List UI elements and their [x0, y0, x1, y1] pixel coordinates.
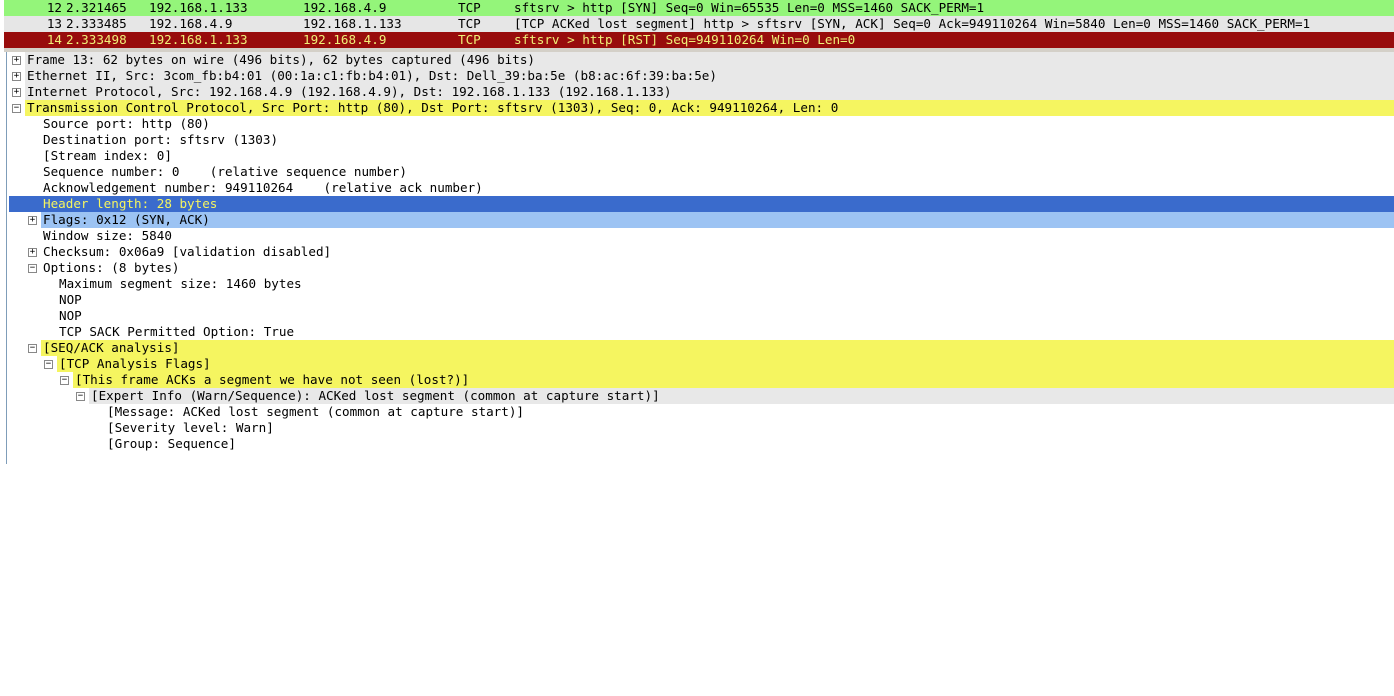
- tree-node-acks-unseen[interactable]: − [This frame ACKs a segment we have not…: [7, 372, 1394, 388]
- packet-row[interactable]: 12 2.321465 192.168.1.133 192.168.4.9 TC…: [4, 0, 1394, 16]
- field-header-length-selected[interactable]: Header length: 28 bytes: [7, 196, 1394, 212]
- minus-box-icon[interactable]: −: [60, 376, 69, 385]
- packet-destination: 192.168.1.133: [303, 16, 402, 31]
- plus-box-icon[interactable]: +: [28, 216, 37, 225]
- field-destination-port[interactable]: Destination port: sftsrv (1303): [7, 132, 1394, 148]
- packet-number: 12: [46, 0, 62, 15]
- packet-protocol: TCP: [458, 32, 481, 47]
- packet-time: 2.333485: [66, 16, 127, 31]
- field-label: [Message: ACKed lost segment (common at …: [107, 404, 525, 419]
- field-sequence-number[interactable]: Sequence number: 0 (relative sequence nu…: [7, 164, 1394, 180]
- field-ack-number[interactable]: Acknowledgement number: 949110264 (relat…: [7, 180, 1394, 196]
- field-window-size[interactable]: Window size: 5840: [7, 228, 1394, 244]
- field-sack-permitted[interactable]: TCP SACK Permitted Option: True: [7, 324, 1394, 340]
- packet-destination: 192.168.4.9: [303, 32, 387, 47]
- packet-source: 192.168.1.133: [149, 32, 248, 47]
- packet-time: 2.321465: [66, 0, 127, 15]
- plus-box-icon[interactable]: +: [12, 88, 21, 97]
- tree-label: [SEQ/ACK analysis]: [43, 340, 180, 355]
- plus-box-icon[interactable]: +: [12, 72, 21, 81]
- tree-node-seq-ack-analysis[interactable]: − [SEQ/ACK analysis]: [7, 340, 1394, 356]
- field-label: Destination port: sftsrv (1303): [43, 132, 279, 147]
- minus-box-icon[interactable]: −: [76, 392, 85, 401]
- field-label: [Group: Sequence]: [107, 436, 236, 451]
- field-expert-message[interactable]: [Message: ACKed lost segment (common at …: [7, 404, 1394, 420]
- field-label: Sequence number: 0 (relative sequence nu…: [43, 164, 407, 179]
- tree-label: Flags: 0x12 (SYN, ACK): [43, 212, 210, 227]
- tree-label: Checksum: 0x06a9 [validation disabled]: [43, 244, 332, 259]
- packet-protocol: TCP: [458, 16, 481, 31]
- field-label: Window size: 5840: [43, 228, 172, 243]
- packet-time: 2.333498: [66, 32, 127, 47]
- plus-box-icon[interactable]: +: [28, 248, 37, 257]
- tree-node-analysis-flags[interactable]: − [TCP Analysis Flags]: [7, 356, 1394, 372]
- tree-node-options[interactable]: − Options: (8 bytes): [7, 260, 1394, 276]
- wireshark-window: 12 2.321465 192.168.1.133 192.168.4.9 TC…: [0, 0, 1394, 696]
- minus-box-icon[interactable]: −: [44, 360, 53, 369]
- field-stream-index[interactable]: [Stream index: 0]: [7, 148, 1394, 164]
- field-label: NOP: [59, 308, 82, 323]
- minus-box-icon[interactable]: −: [28, 344, 37, 353]
- tree-label: Frame 13: 62 bytes on wire (496 bits), 6…: [27, 52, 535, 67]
- field-group[interactable]: [Group: Sequence]: [7, 436, 1394, 452]
- packet-protocol: TCP: [458, 0, 481, 15]
- field-label: NOP: [59, 292, 82, 307]
- tree-label: Internet Protocol, Src: 192.168.4.9 (192…: [27, 84, 672, 99]
- field-label: [Severity level: Warn]: [107, 420, 274, 435]
- field-source-port[interactable]: Source port: http (80): [7, 116, 1394, 132]
- tree-node-ip[interactable]: + Internet Protocol, Src: 192.168.4.9 (1…: [7, 84, 1394, 100]
- field-nop[interactable]: NOP: [7, 308, 1394, 324]
- field-severity-level[interactable]: [Severity level: Warn]: [7, 420, 1394, 436]
- tree-label: Transmission Control Protocol, Src Port:…: [27, 100, 839, 115]
- field-label: Maximum segment size: 1460 bytes: [59, 276, 302, 291]
- packet-list: 12 2.321465 192.168.1.133 192.168.4.9 TC…: [4, 0, 1394, 48]
- field-label: Header length: 28 bytes: [43, 196, 218, 211]
- tree-label: Ethernet II, Src: 3com_fb:b4:01 (00:1a:c…: [27, 68, 717, 83]
- packet-destination: 192.168.4.9: [303, 0, 387, 15]
- packet-info: sftsrv > http [RST] Seq=949110264 Win=0 …: [514, 32, 856, 47]
- packet-info: [TCP ACKed lost segment] http > sftsrv […: [514, 16, 1311, 31]
- packet-source: 192.168.4.9: [149, 16, 233, 31]
- packet-details-tree: + Frame 13: 62 bytes on wire (496 bits),…: [6, 52, 1394, 464]
- field-label: [Stream index: 0]: [43, 148, 172, 163]
- field-mss[interactable]: Maximum segment size: 1460 bytes: [7, 276, 1394, 292]
- tree-label: [Expert Info (Warn/Sequence): ACKed lost…: [91, 388, 660, 403]
- field-label: Acknowledgement number: 949110264 (relat…: [43, 180, 483, 195]
- tree-node-tcp[interactable]: − Transmission Control Protocol, Src Por…: [7, 100, 1394, 116]
- minus-box-icon[interactable]: −: [12, 104, 21, 113]
- tree-label: Options: (8 bytes): [43, 260, 180, 275]
- packet-number: 13: [46, 16, 62, 31]
- tree-node-checksum[interactable]: + Checksum: 0x06a9 [validation disabled]: [7, 244, 1394, 260]
- tree-node-flags[interactable]: + Flags: 0x12 (SYN, ACK): [7, 212, 1394, 228]
- field-label: Source port: http (80): [43, 116, 210, 131]
- tree-node-expert-info[interactable]: − [Expert Info (Warn/Sequence): ACKed lo…: [7, 388, 1394, 404]
- packet-row-selected[interactable]: 13 2.333485 192.168.4.9 192.168.1.133 TC…: [4, 16, 1394, 32]
- field-label: TCP SACK Permitted Option: True: [59, 324, 295, 339]
- tree-node-frame[interactable]: + Frame 13: 62 bytes on wire (496 bits),…: [7, 52, 1394, 68]
- packet-source: 192.168.1.133: [149, 0, 248, 15]
- tree-label: [TCP Analysis Flags]: [59, 356, 211, 371]
- minus-box-icon[interactable]: −: [28, 264, 37, 273]
- plus-box-icon[interactable]: +: [12, 56, 21, 65]
- packet-number: 14: [46, 32, 62, 47]
- field-nop[interactable]: NOP: [7, 292, 1394, 308]
- tree-node-ethernet[interactable]: + Ethernet II, Src: 3com_fb:b4:01 (00:1a…: [7, 68, 1394, 84]
- packet-row[interactable]: 14 2.333498 192.168.1.133 192.168.4.9 TC…: [4, 32, 1394, 48]
- packet-info: sftsrv > http [SYN] Seq=0 Win=65535 Len=…: [514, 0, 985, 15]
- tree-label: [This frame ACKs a segment we have not s…: [75, 372, 470, 387]
